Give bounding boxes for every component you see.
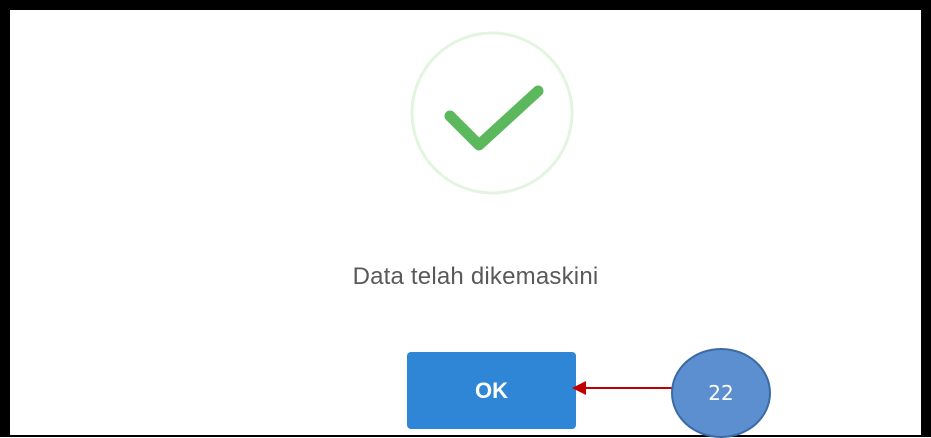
- ok-button[interactable]: OK: [407, 352, 576, 429]
- annotation-badge: 22: [671, 348, 771, 438]
- dialog-frame: Data telah dikemaskini OK 22: [0, 0, 931, 438]
- success-message: Data telah dikemaskini: [352, 263, 599, 290]
- arrow-left-icon: [572, 381, 674, 395]
- checkmark-success-icon: [410, 31, 574, 195]
